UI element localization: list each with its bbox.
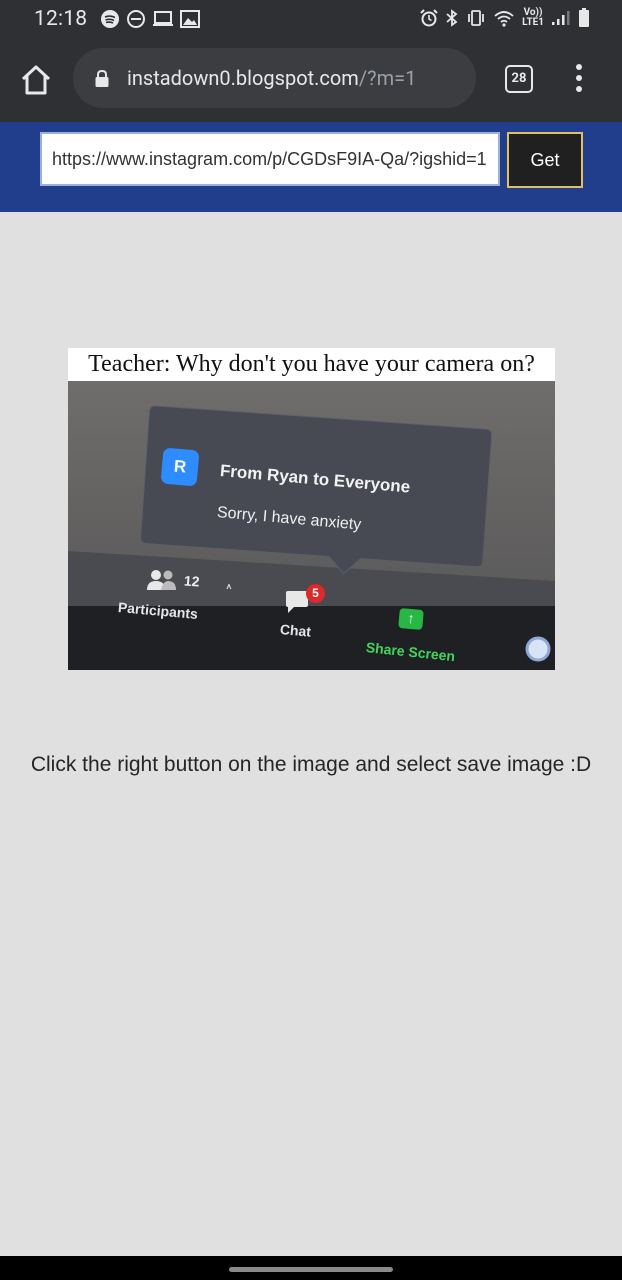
- chat-label: Chat: [279, 621, 312, 640]
- participants-icon: [147, 570, 176, 590]
- status-bar: 12:18 Vo)) LTE1: [0, 0, 622, 38]
- system-nav-bar: [0, 1256, 622, 1280]
- instagram-url-input[interactable]: [40, 132, 500, 186]
- chat-avatar: R: [160, 447, 200, 487]
- browser-toolbar: instadown0.blogspot.com/?m=1 28: [0, 38, 622, 122]
- more-menu-icon[interactable]: [570, 64, 588, 96]
- home-gesture-handle[interactable]: [229, 1267, 393, 1272]
- status-time: 12:18: [34, 7, 88, 31]
- lock-icon: [95, 69, 109, 87]
- address-text: instadown0.blogspot.com/?m=1: [127, 66, 417, 90]
- do-not-disturb-icon: [127, 10, 145, 28]
- battery-icon: [579, 8, 589, 27]
- save-instructions: Click the right button on the image and …: [30, 753, 592, 776]
- downloaded-image[interactable]: Teacher: Why don't you have your camera …: [68, 348, 555, 670]
- gallery-icon: [180, 10, 200, 28]
- bluetooth-icon: [446, 9, 458, 27]
- alarm-icon: [420, 9, 438, 27]
- spotify-icon: [101, 10, 119, 28]
- meme-caption: Teacher: Why don't you have your camera …: [68, 348, 555, 381]
- meme-photo: R From Ryan to Everyone Sorry, I have an…: [68, 381, 555, 670]
- laptop-icon: [153, 11, 173, 26]
- address-bar[interactable]: instadown0.blogspot.com/?m=1: [73, 48, 476, 108]
- participants-count: 12: [183, 572, 201, 590]
- share-screen-icon: ↑: [398, 607, 424, 631]
- chat-badge: 5: [306, 584, 325, 603]
- downloader-banner: Get: [0, 122, 622, 212]
- caret-up-icon: ^: [226, 582, 232, 598]
- tab-switcher-button[interactable]: 28: [505, 65, 533, 93]
- vibrate-icon: [468, 10, 485, 26]
- home-icon[interactable]: [18, 62, 54, 98]
- wifi-icon: [494, 11, 514, 27]
- get-button[interactable]: Get: [507, 132, 583, 188]
- record-circle-icon: [525, 636, 551, 662]
- signal-icon: [552, 11, 570, 25]
- volte-lte-indicator: Vo)) LTE1: [522, 7, 544, 28]
